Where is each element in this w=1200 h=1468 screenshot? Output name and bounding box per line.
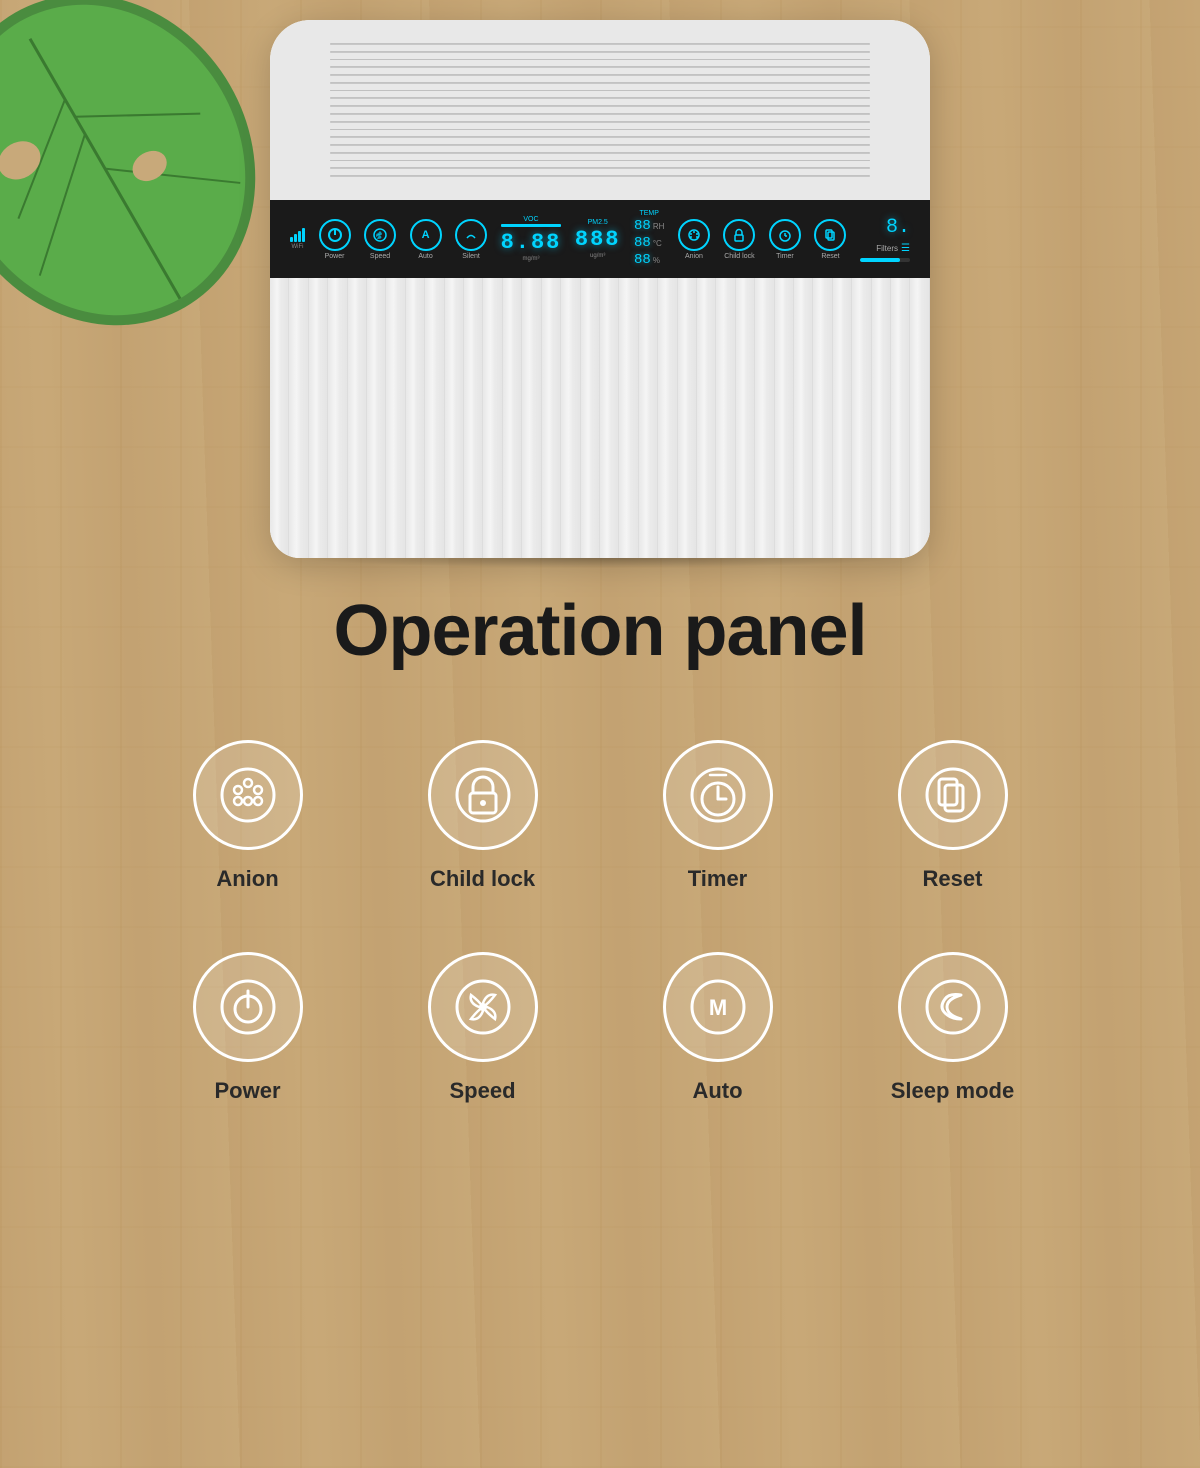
leaf-decoration xyxy=(0,0,260,350)
temp-display: TEMP 88 RH 88 °C 88 % xyxy=(634,210,664,268)
reset-icon-circle xyxy=(898,740,1008,850)
voc-unit: mg/m³ xyxy=(522,256,539,262)
body-ribs xyxy=(270,278,930,558)
air-purifier-device: WiFi Power Speed A Auto xyxy=(270,20,930,558)
voc-display: VOC 8.88 mg/m³ xyxy=(501,216,562,262)
grille-line xyxy=(330,43,870,45)
wifi-icon xyxy=(290,228,305,242)
auto-label: Auto xyxy=(692,1078,742,1104)
childlock-panel-label: Child lock xyxy=(724,253,754,260)
grille-line xyxy=(330,160,870,162)
timer-panel-label: Timer xyxy=(776,253,794,260)
speed-item: Speed xyxy=(385,952,580,1104)
pm25-value: 888 xyxy=(575,227,621,252)
grille-line xyxy=(330,167,870,169)
childlock-panel-button[interactable]: Child lock xyxy=(723,219,755,260)
anion-panel-label: Anion xyxy=(685,253,703,260)
silent-panel-button[interactable]: Silent xyxy=(455,219,487,260)
reset-item: Reset xyxy=(855,740,1050,892)
auto-item: M Auto xyxy=(620,952,815,1104)
temp-pct-unit: % xyxy=(653,256,660,265)
temp-rh-value: 88 xyxy=(634,218,651,234)
child-lock-label: Child lock xyxy=(430,866,535,892)
grille-line xyxy=(330,136,870,138)
grille-line xyxy=(330,121,870,123)
power-icon-circle xyxy=(193,952,303,1062)
top-grille xyxy=(270,20,930,200)
silent-label: Silent xyxy=(462,253,480,260)
power-label: Power xyxy=(214,1078,280,1104)
power-label: Power xyxy=(325,253,345,260)
fan-icon xyxy=(453,977,513,1037)
speed-icon-circle xyxy=(428,952,538,1062)
reset-icon xyxy=(923,765,983,825)
child-lock-icon-circle xyxy=(428,740,538,850)
grille-line xyxy=(330,113,870,115)
temp-rh-unit: RH xyxy=(653,222,665,231)
auto-icon-circle: M xyxy=(663,952,773,1062)
device-body xyxy=(270,278,930,558)
filter-progress xyxy=(860,258,910,262)
timer-item: Timer xyxy=(620,740,815,892)
reset-panel-button[interactable]: Reset xyxy=(814,219,846,260)
filter-label: Filters xyxy=(876,244,898,253)
moon-icon xyxy=(923,977,983,1037)
sleep-mode-item: Sleep mode xyxy=(855,952,1050,1104)
temp-c-unit: °C xyxy=(653,239,662,248)
grille-line xyxy=(330,97,870,99)
grille-line xyxy=(330,152,870,154)
page-title: Operation panel xyxy=(333,590,866,672)
anion-label: Anion xyxy=(216,866,278,892)
power-icon xyxy=(218,977,278,1037)
temp-c-value: 88 xyxy=(634,235,651,251)
grille-line xyxy=(330,74,870,76)
grille-line xyxy=(330,144,870,146)
temp-pct-value: 88 xyxy=(634,252,651,268)
device-container: WiFi Power Speed A Auto xyxy=(250,20,950,568)
reset-panel-label: Reset xyxy=(821,253,839,260)
grille-line xyxy=(330,105,870,107)
control-panel: WiFi Power Speed A Auto xyxy=(270,200,930,278)
timer-icon xyxy=(688,765,748,825)
sleep-mode-label: Sleep mode xyxy=(891,1078,1014,1104)
reset-label: Reset xyxy=(923,866,983,892)
section-title-container: Operation panel xyxy=(333,590,866,672)
anion-panel-button[interactable]: Anion xyxy=(678,219,710,260)
voc-label: VOC xyxy=(523,216,538,223)
grille-line xyxy=(330,51,870,53)
voc-value: 8.88 xyxy=(501,230,562,255)
grille-line xyxy=(330,175,870,177)
grille-line xyxy=(330,59,870,61)
child-lock-item: Child lock xyxy=(385,740,580,892)
speed-panel-button[interactable]: Speed xyxy=(364,219,396,260)
anion-icon xyxy=(218,765,278,825)
filter-indicator: 8. Filters ☰ xyxy=(860,216,910,262)
speed-label: Speed xyxy=(370,253,390,260)
timer-label: Timer xyxy=(688,866,748,892)
timer-panel-button[interactable]: Timer xyxy=(769,219,801,260)
grille-line xyxy=(330,66,870,68)
timer-icon-circle xyxy=(663,740,773,850)
grille-line xyxy=(330,129,870,131)
icons-grid: Anion Child lock Timer xyxy=(150,740,1050,1104)
pm25-display: PM2.5 888 ug/m³ xyxy=(575,219,621,259)
anion-item: Anion xyxy=(150,740,345,892)
auto-label: Auto xyxy=(418,253,432,260)
grille-line xyxy=(330,90,870,92)
pm25-unit: ug/m³ xyxy=(590,253,605,259)
svg-text:M: M xyxy=(708,995,726,1020)
lock-icon xyxy=(453,765,513,825)
power-panel-button[interactable]: Power xyxy=(319,219,351,260)
sleep-mode-icon-circle xyxy=(898,952,1008,1062)
anion-icon-circle xyxy=(193,740,303,850)
grille-line xyxy=(330,82,870,84)
auto-icon: M xyxy=(688,977,748,1037)
speed-label: Speed xyxy=(449,1078,515,1104)
auto-panel-button[interactable]: A Auto xyxy=(410,219,442,260)
power-item: Power xyxy=(150,952,345,1104)
temp-label: TEMP xyxy=(639,210,658,217)
pm25-label: PM2.5 xyxy=(588,219,608,226)
